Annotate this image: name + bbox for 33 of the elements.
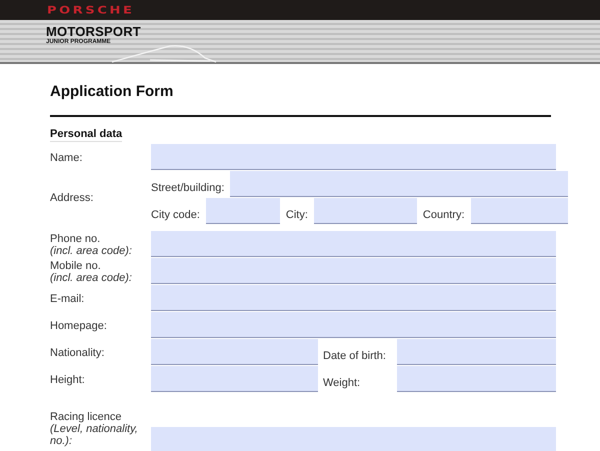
- field-label: Racing licence (Level, nationality, no.):: [50, 411, 139, 449]
- field-label: City:: [284, 209, 309, 223]
- input-field[interactable]: [151, 312, 556, 338]
- header-title: MOTORSPORT: [46, 25, 142, 38]
- field-label: Address:: [50, 192, 94, 204]
- input-field[interactable]: [151, 231, 556, 257]
- input-field[interactable]: [230, 171, 568, 197]
- input-field[interactable]: [470, 198, 568, 224]
- input-field[interactable]: [151, 366, 318, 392]
- input-field[interactable]: [151, 339, 318, 365]
- input-field[interactable]: [397, 366, 556, 392]
- field-label: Country:: [422, 209, 466, 223]
- field-label: Weight:: [322, 377, 362, 391]
- field-label: Phone no. (incl. area code):: [50, 232, 133, 256]
- brand-logo: PORSCHE: [47, 4, 134, 16]
- field-label: Mobile no. (incl. area code):: [50, 260, 133, 284]
- input-field[interactable]: [151, 285, 556, 311]
- input-field[interactable]: [206, 198, 280, 224]
- input-field[interactable]: [314, 198, 417, 224]
- field-label: Street/building:: [151, 182, 226, 196]
- field-label: Homepage:: [50, 320, 108, 332]
- field-label: Date of birth:: [322, 350, 387, 364]
- field-label: Name:: [50, 152, 84, 164]
- field-label: Nationality:: [50, 346, 106, 358]
- input-field[interactable]: [151, 427, 556, 451]
- input-field[interactable]: [151, 144, 556, 170]
- field-label: E-mail:: [50, 292, 86, 304]
- field-label: City code:: [151, 209, 201, 223]
- input-field[interactable]: [151, 258, 556, 284]
- input-field[interactable]: [397, 339, 556, 365]
- field-label: Height:: [50, 374, 86, 386]
- section-heading: Personal data: [50, 127, 122, 142]
- form-title: Application Form: [50, 82, 174, 102]
